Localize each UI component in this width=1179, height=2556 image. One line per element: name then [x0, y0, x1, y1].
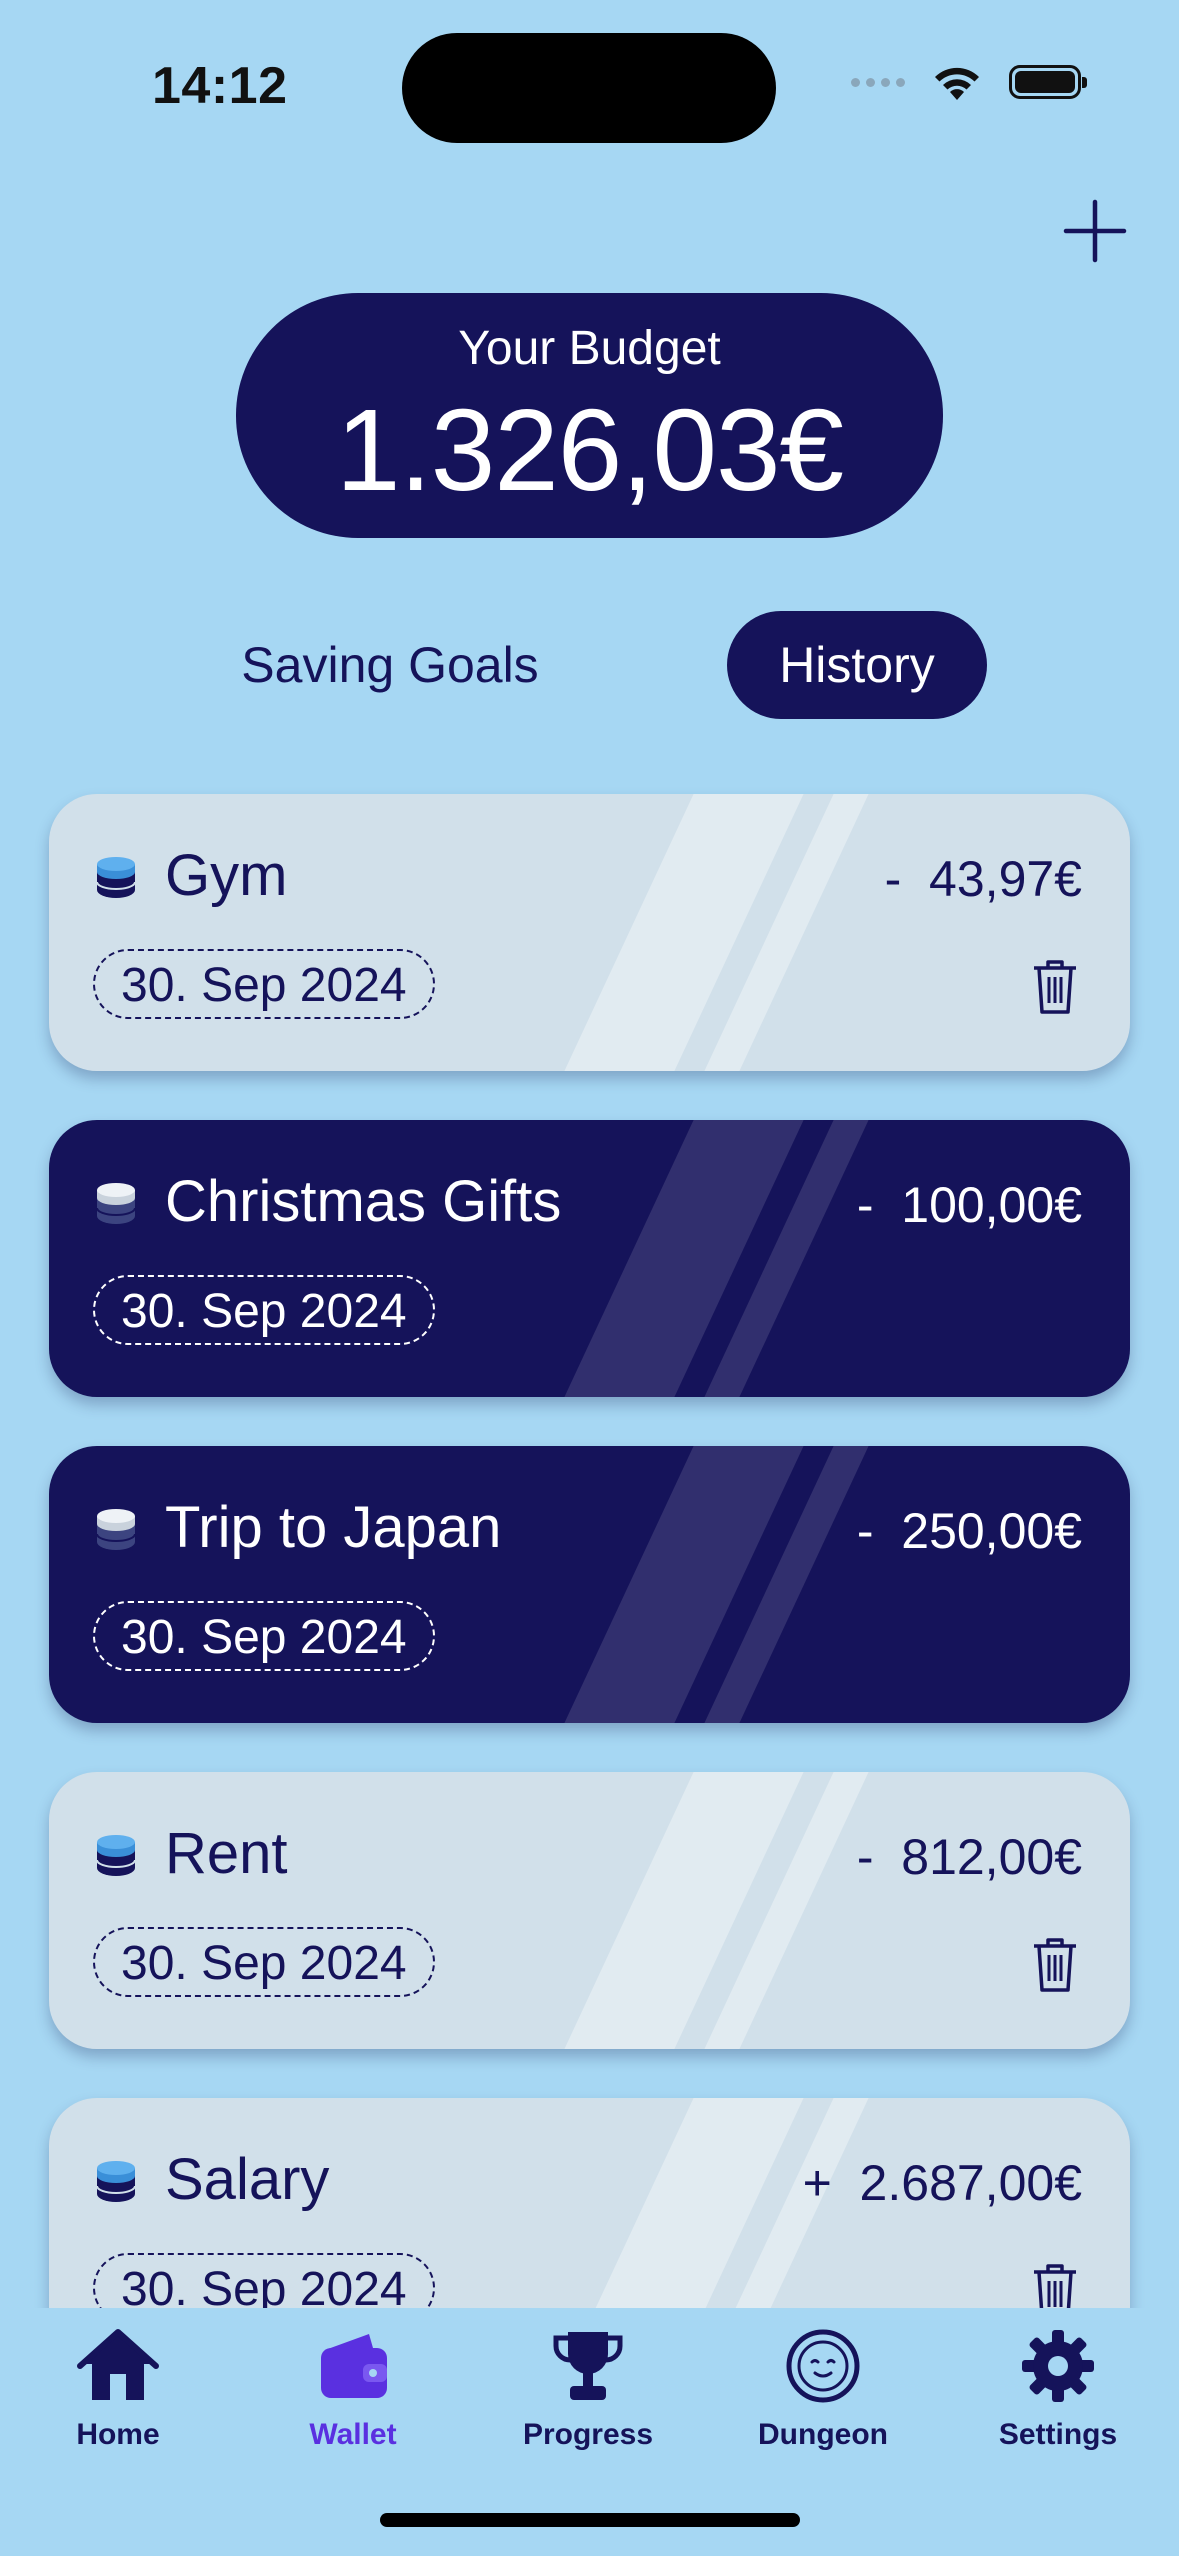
gear-icon — [1022, 2330, 1094, 2402]
nav-settings[interactable]: Settings — [958, 2324, 1158, 2452]
nav-label: Progress — [522, 2418, 654, 2451]
transaction-amount: - 250,00€ — [856, 1503, 1082, 1559]
transaction-date: 30. Sep 2024 — [93, 2253, 435, 2310]
coins-icon — [96, 1509, 136, 1550]
nav-wallet[interactable]: Wallet — [253, 2324, 453, 2452]
nav-label: Settings — [998, 2418, 1118, 2451]
face-icon — [786, 2329, 860, 2403]
transaction-card[interactable]: Salary + 2.687,00€ 30. Sep 2024 — [49, 2098, 1130, 2310]
transaction-title: Trip to Japan — [165, 1495, 502, 1560]
house-icon — [77, 2329, 159, 2400]
trophy-icon — [553, 2332, 623, 2400]
nav-label: Dungeon — [758, 2418, 888, 2451]
nav-label: Wallet — [309, 2418, 397, 2451]
trash-icon[interactable] — [1030, 1935, 1080, 1995]
trash-icon[interactable] — [1030, 2261, 1080, 2310]
transaction-date: 30. Sep 2024 — [93, 1601, 435, 1671]
transaction-date: 30. Sep 2024 — [93, 1275, 435, 1345]
coins-icon — [96, 2161, 136, 2202]
home-indicator[interactable] — [380, 2513, 800, 2527]
transaction-amount: - 43,97€ — [884, 851, 1082, 907]
transaction-amount: + 2.687,00€ — [802, 2155, 1082, 2211]
transaction-title: Rent — [165, 1821, 288, 1886]
transaction-title: Gym — [165, 843, 288, 908]
transaction-title: Salary — [165, 2147, 330, 2212]
nav-label: Home — [76, 2418, 160, 2451]
transaction-list[interactable]: Gym - 43,97€ 30. Sep 2024 Christmas Gift… — [0, 0, 1179, 2310]
transaction-date: 30. Sep 2024 — [93, 949, 435, 1019]
transaction-card[interactable]: Christmas Gifts - 100,00€ 30. Sep 2024 — [49, 1120, 1130, 1397]
coins-icon — [96, 1183, 136, 1224]
coins-icon — [96, 1835, 136, 1876]
transaction-amount: - 100,00€ — [856, 1177, 1082, 1233]
transaction-card[interactable]: Gym - 43,97€ 30. Sep 2024 — [49, 794, 1130, 1071]
transaction-title: Christmas Gifts — [165, 1169, 562, 1234]
transaction-card[interactable]: Rent - 812,00€ 30. Sep 2024 — [49, 1772, 1130, 2049]
transaction-amount: - 812,00€ — [856, 1829, 1082, 1885]
transaction-card[interactable]: Trip to Japan - 250,00€ 30. Sep 2024 — [49, 1446, 1130, 1723]
transaction-date: 30. Sep 2024 — [93, 1927, 435, 1997]
wallet-icon — [321, 2334, 387, 2398]
trash-icon[interactable] — [1030, 957, 1080, 1017]
nav-home[interactable]: Home — [18, 2324, 218, 2452]
nav-dungeon[interactable]: Dungeon — [723, 2324, 923, 2452]
nav-progress[interactable]: Progress — [488, 2324, 688, 2452]
coins-icon — [96, 857, 136, 898]
